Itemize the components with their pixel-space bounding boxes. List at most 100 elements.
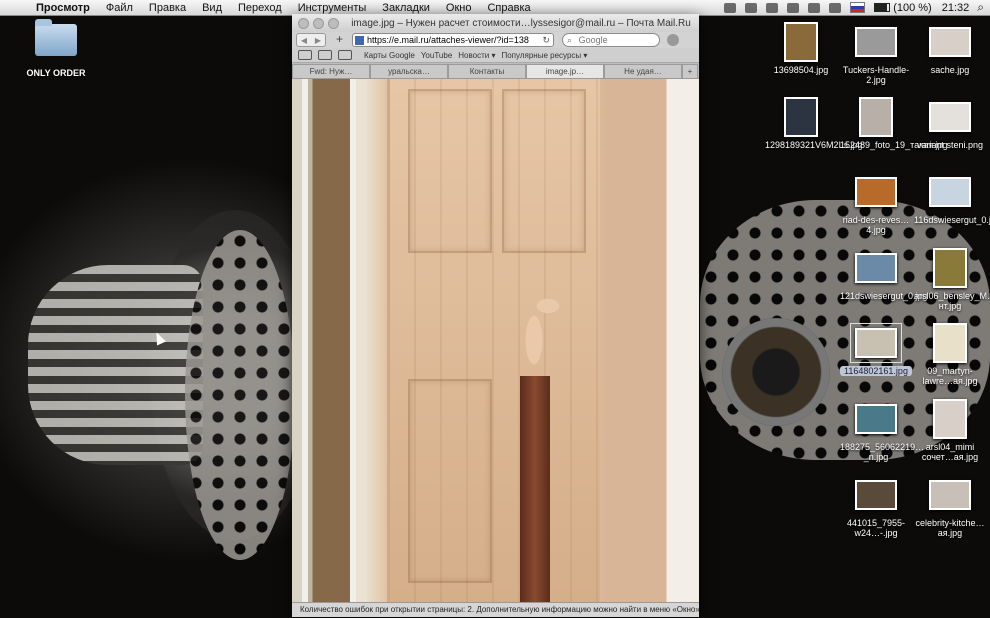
desktop-file-icon[interactable]: 13698504.jpg (765, 22, 837, 75)
add-bookmark-button[interactable]: + (336, 33, 348, 46)
bookmark-google-maps[interactable]: Карты Google (364, 51, 415, 60)
address-bar[interactable]: https://e.mail.ru/attaches-viewer/?id=13… (352, 33, 554, 47)
image-thumbnail-icon (929, 480, 971, 510)
bookmarks-bar: Карты Google YouTube Новости ▾ Популярны… (292, 48, 699, 63)
desktop-file-icon[interactable]: 09_martyn-lawre…ая.jpg (914, 323, 986, 386)
close-window-button[interactable] (298, 17, 309, 29)
spotlight-search-icon[interactable]: ⌕ (977, 0, 984, 15)
input-language-flag-icon[interactable] (850, 2, 866, 13)
desktop-file-label: 152489_foto_19_такая.jpg (840, 140, 948, 150)
window-controls (298, 17, 343, 29)
image-thumbnail-icon (933, 399, 967, 439)
forward-arrow-icon[interactable]: ▶ (315, 36, 321, 45)
desktop-file-label: celebrity-kitche…ая.jpg (915, 518, 985, 538)
desktop-file-icon[interactable]: arsl04_mimi сочет…ая.jpg (914, 399, 986, 462)
reload-icon[interactable]: ↻ (542, 34, 550, 46)
desktop-file-icon[interactable]: arsl06_bensley_M…нт.jpg (914, 248, 990, 311)
image-thumbnail-icon (855, 27, 897, 57)
menu-file[interactable]: Файл (106, 2, 133, 14)
wallpaper-shape (28, 265, 203, 465)
tab-uralska[interactable]: уральска… (370, 64, 448, 78)
menu-app-name[interactable]: Просмотр (36, 2, 90, 14)
desktop-file-icon[interactable]: 121dswiesergut_0.jpg (840, 248, 928, 301)
image-thumbnail-icon (850, 323, 902, 363)
desktop-file-icon[interactable]: variant steni.png (914, 97, 986, 150)
desktop-file-label: arsl04_mimi сочет…ая.jpg (921, 442, 979, 462)
desktop-file-icon[interactable]: sache.jpg (914, 22, 986, 75)
desktop-file-icon[interactable]: 441015_7955-w24…-.jpg (840, 475, 912, 538)
desktop-file-icon[interactable]: 152489_foto_19_такая.jpg (840, 97, 948, 150)
reading-list-icon[interactable] (298, 50, 312, 60)
tab-contacts[interactable]: Контакты (448, 64, 526, 78)
desktop-file-icon[interactable]: Tuckers-Handle-2.jpg (840, 22, 912, 85)
desktop-file-label: 09_martyn-lawre…ая.jpg (922, 366, 978, 386)
desktop-file-label: 441015_7955-w24…-.jpg (846, 518, 906, 538)
apple-menu-icon[interactable] (12, 1, 26, 14)
bookmark-news[interactable]: Новости ▾ (458, 51, 495, 60)
menu-edit[interactable]: Правка (149, 2, 186, 14)
browser-toolbar: ◀ ▶ + https://e.mail.ru/attaches-viewer/… (292, 32, 699, 48)
tab-not-deleted[interactable]: Не удая… (604, 64, 682, 78)
desktop-file-icon[interactable]: riad-des-reves…4.jpg (840, 172, 912, 235)
bookmark-popular[interactable]: Популярные ресурсы ▾ (501, 51, 587, 60)
desktop-file-label: riad-des-reves…4.jpg (842, 215, 910, 235)
menu-tools[interactable]: Инструменты (298, 2, 367, 14)
desktop-file-icon[interactable]: 1298189321V6M2Ls.jpg (765, 97, 863, 150)
desktop-file-label: 1164802161.jpg (840, 366, 912, 376)
bookmark-youtube[interactable]: YouTube (421, 51, 452, 60)
wifi-icon[interactable] (829, 2, 842, 13)
desktop-file-label: 121dswiesergut_0.jpg (840, 291, 928, 301)
battery-label: (100 %) (893, 1, 932, 14)
status-bar: Количество ошибок при открытии страницы:… (292, 602, 699, 617)
mirror-frame (302, 79, 356, 602)
shield-icon[interactable] (745, 2, 758, 13)
image-thumbnail-icon (784, 22, 818, 62)
image-thumbnail-icon (784, 97, 818, 137)
flash-icon[interactable] (724, 2, 737, 13)
address-input[interactable]: https://e.mail.ru/attaches-viewer/?id=13… (367, 34, 542, 46)
bookmarks-book-icon[interactable] (318, 50, 332, 60)
clock-icon[interactable] (787, 2, 800, 13)
image-thumbnail-icon (933, 323, 967, 363)
desktop-file-icon[interactable]: 116dswiesergut_0.jpg (914, 172, 990, 225)
top-sites-grid-icon[interactable] (338, 50, 352, 60)
time-machine-icon[interactable] (766, 2, 779, 13)
image-thumbnail-icon (855, 404, 897, 434)
browser-window: image.jpg – Нужен расчет стоимости…lysse… (292, 14, 699, 617)
menu-help[interactable]: Справка (487, 2, 530, 14)
wallpaper-shape (185, 230, 295, 560)
window-title: image.jpg – Нужен расчет стоимости…lysse… (351, 17, 691, 29)
desktop-file-icon[interactable]: celebrity-kitche…ая.jpg (914, 475, 986, 538)
menu-clock[interactable]: 21:32 (942, 2, 970, 14)
tab-image[interactable]: image.jp… (526, 64, 604, 78)
menu-window[interactable]: Окно (446, 2, 472, 14)
search-field[interactable]: ⌕ Google (562, 33, 660, 47)
status-tray: (100 %) 21:32 ⌕ (724, 0, 990, 15)
menu-view[interactable]: Вид (202, 2, 222, 14)
wallpaper-shape (722, 318, 830, 426)
desktop-file-icon[interactable]: 188275_56062219…_n.jpg (840, 399, 924, 462)
back-arrow-icon[interactable]: ◀ (301, 36, 307, 45)
bluetooth-icon[interactable] (808, 2, 821, 13)
desktop-file-label: arsl06_bensley_M…нт.jpg (914, 291, 990, 311)
image-thumbnail-icon (929, 177, 971, 207)
downloads-icon[interactable] (667, 34, 679, 46)
menu-bookmarks[interactable]: Закладки (382, 2, 430, 14)
desktop-folder-only-order[interactable]: ONLY ORDER (20, 19, 92, 78)
zoom-window-button[interactable] (328, 17, 339, 29)
minimize-window-button[interactable] (313, 17, 324, 29)
tab-fwd[interactable]: Fwd: Нуж… (292, 64, 370, 78)
desktop-file-label: 13698504.jpg (773, 65, 829, 75)
search-placeholder: Google (578, 35, 608, 45)
menu-go[interactable]: Переход (238, 2, 282, 14)
image-thumbnail-icon (855, 480, 897, 510)
battery-status[interactable]: (100 %) (874, 2, 932, 14)
new-tab-button[interactable]: + (682, 64, 698, 78)
window-titlebar[interactable]: image.jpg – Нужен расчет стоимости…lysse… (292, 14, 699, 32)
desktop-file-label: sache.jpg (930, 65, 970, 75)
desktop-file-label: Tuckers-Handle-2.jpg (842, 65, 910, 85)
back-forward-buttons: ◀ ▶ (296, 33, 326, 47)
desktop-file-icon-selected[interactable]: 1164802161.jpg (840, 323, 912, 376)
site-favicon-icon (355, 35, 364, 45)
mouse-cursor-icon (151, 330, 167, 346)
